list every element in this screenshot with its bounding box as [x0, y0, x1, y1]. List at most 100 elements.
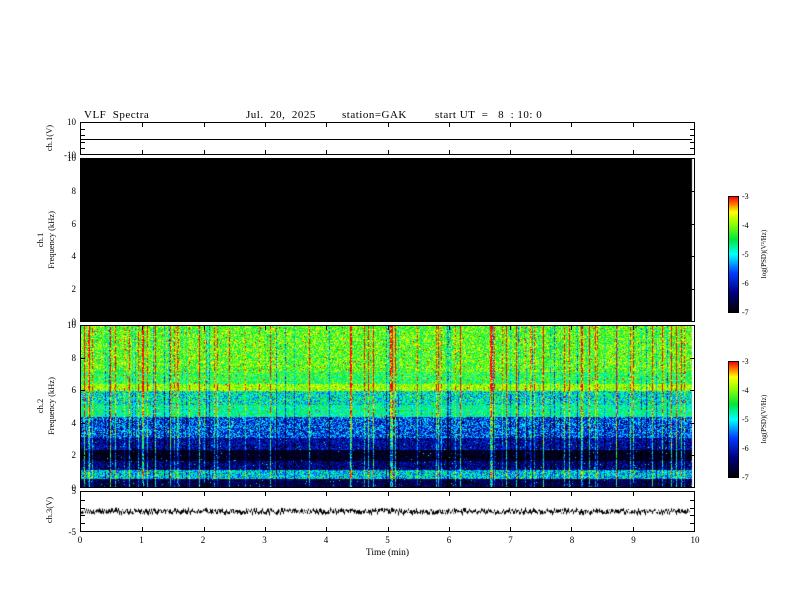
ch1-spec-ytick: 2 — [71, 284, 77, 294]
cb2-tick-label: -4 — [742, 386, 749, 395]
axis-tick-mark — [448, 317, 450, 321]
axis-tick-mark — [448, 492, 450, 496]
axis-tick-mark — [387, 123, 389, 127]
axis-tick-mark — [387, 527, 389, 531]
x-tick-label: 1 — [139, 535, 144, 545]
x-tick-label: 7 — [508, 535, 513, 545]
ch1-spec-axis-label: ch.1 Frequency (kHz) — [35, 185, 57, 295]
axis-tick-mark — [571, 317, 573, 321]
axis-tick-mark — [448, 159, 450, 163]
axis-tick-mark — [510, 159, 512, 163]
axis-tick-mark — [632, 492, 634, 496]
axis-tick-mark — [203, 326, 205, 330]
axis-tick-mark — [690, 135, 694, 137]
axis-tick-mark — [81, 422, 85, 424]
axis-tick-mark — [690, 523, 694, 525]
axis-tick-mark — [142, 123, 144, 127]
axis-tick-mark — [510, 492, 512, 496]
x-tick-label: 5 — [385, 535, 390, 545]
axis-tick-mark — [571, 326, 573, 330]
axis-tick-mark — [387, 317, 389, 321]
axis-tick-mark — [632, 150, 634, 154]
x-tick-label: 8 — [569, 535, 575, 545]
axis-tick-mark — [81, 507, 85, 509]
axis-tick-mark — [81, 523, 85, 525]
ch1-waveform-panel — [80, 122, 695, 155]
ch2-spec-axis-label-line2: Frequency (kHz) — [46, 377, 56, 435]
axis-tick-mark — [387, 159, 389, 163]
axis-tick-mark — [448, 527, 450, 531]
axis-tick-mark — [203, 123, 205, 127]
colorbar-ch1 — [728, 196, 739, 313]
axis-tick-mark — [326, 150, 328, 154]
axis-tick-mark — [142, 326, 144, 330]
cb2-tick-label: -3 — [742, 357, 749, 366]
x-tick-label: 0 — [77, 535, 83, 545]
ch1-colorbar-gradient — [729, 197, 738, 312]
axis-tick-mark — [632, 317, 634, 321]
axis-tick-mark — [81, 191, 85, 193]
axis-tick-mark — [448, 326, 450, 330]
ch2-spec-ytick: 6 — [71, 385, 77, 395]
cb1-tick-label: -3 — [742, 192, 749, 201]
ch1-spec-axis-label-line2: Frequency (kHz) — [46, 211, 56, 269]
axis-tick-mark — [264, 492, 266, 496]
axis-tick-mark — [326, 483, 328, 487]
axis-tick-mark — [326, 159, 328, 163]
axis-tick-mark — [690, 256, 694, 258]
axis-tick-mark — [264, 150, 266, 154]
axis-tick-mark — [690, 390, 694, 392]
axis-tick-mark — [81, 223, 85, 225]
axis-tick-mark — [510, 326, 512, 330]
axis-tick-mark — [81, 358, 85, 360]
axis-tick-mark — [203, 527, 205, 531]
axis-tick-mark — [632, 527, 634, 531]
axis-tick-mark — [203, 150, 205, 154]
axis-tick-mark — [264, 483, 266, 487]
cb2-tick-label: -7 — [742, 473, 749, 482]
ch1-wave-ytick-max: 10 — [67, 117, 76, 127]
axis-tick-mark — [632, 123, 634, 127]
axis-tick-mark — [690, 358, 694, 360]
axis-tick-mark — [326, 123, 328, 127]
axis-tick-mark — [81, 288, 85, 290]
ch2-spectrogram-panel — [80, 325, 695, 488]
axis-tick-mark — [690, 147, 694, 149]
axis-tick-mark — [203, 159, 205, 163]
ch2-colorbar-gradient — [729, 362, 738, 477]
axis-tick-mark — [142, 159, 144, 163]
cb1-tick-label: -6 — [742, 279, 749, 288]
cb2-tick-label: -5 — [742, 415, 749, 424]
ch1-spec-ytick: 4 — [71, 251, 77, 261]
axis-tick-mark — [81, 147, 85, 149]
axis-tick-mark — [81, 454, 85, 456]
ch3-waveform-panel — [80, 491, 695, 532]
x-tick-label: 4 — [323, 535, 329, 545]
axis-tick-mark — [387, 150, 389, 154]
ch3-wave-canvas — [81, 492, 694, 531]
axis-tick-mark — [690, 129, 694, 131]
ch2-spec-ytick: 8 — [71, 353, 77, 363]
axis-tick-mark — [690, 507, 694, 509]
axis-tick-mark — [264, 527, 266, 531]
axis-tick-mark — [142, 483, 144, 487]
axis-tick-mark — [510, 527, 512, 531]
plot-start-ut: start UT = 8 : 10: 0 — [435, 109, 543, 121]
axis-tick-mark — [81, 129, 85, 131]
axis-tick-mark — [81, 499, 85, 501]
axis-tick-mark — [690, 422, 694, 424]
axis-tick-mark — [264, 317, 266, 321]
axis-tick-mark — [264, 123, 266, 127]
axis-tick-mark — [632, 159, 634, 163]
plot-title: VLF Spectra — [84, 109, 150, 121]
axis-tick-mark — [81, 390, 85, 392]
cb1-tick-label: -5 — [742, 250, 749, 259]
axis-tick-mark — [203, 317, 205, 321]
axis-tick-mark — [632, 483, 634, 487]
x-tick-label: 6 — [446, 535, 452, 545]
ch2-spec-ytick: 4 — [71, 418, 77, 428]
ch2-spec-axis-label-line1: ch.2 — [35, 398, 45, 414]
axis-tick-mark — [142, 317, 144, 321]
ch2-spec-ytick: 2 — [71, 450, 77, 460]
plot-date: Jul. 20, 2025 — [246, 109, 316, 121]
